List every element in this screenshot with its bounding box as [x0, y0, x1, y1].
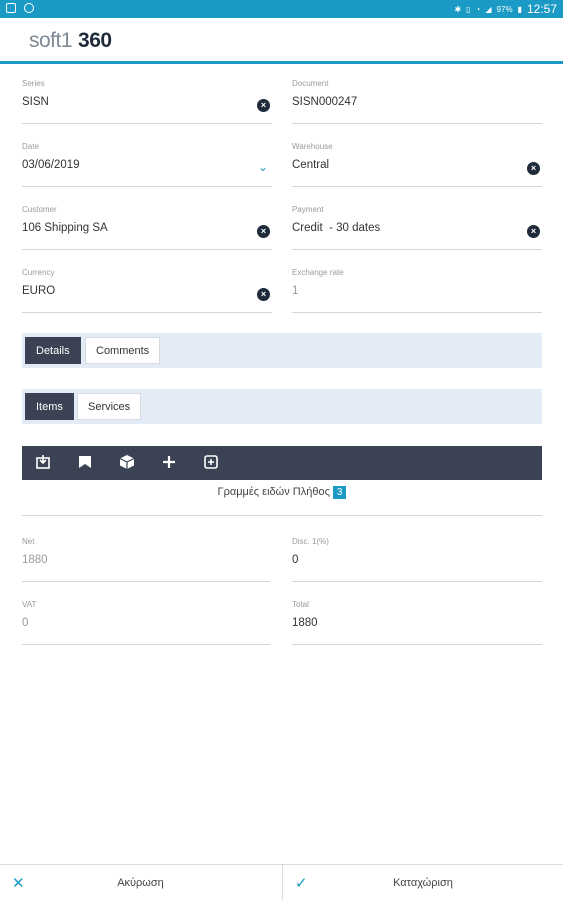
- cancel-label: Ακύρωση: [117, 877, 164, 889]
- currency-field[interactable]: Currency EURO ×: [22, 268, 272, 313]
- tab-items[interactable]: Items: [25, 393, 74, 420]
- bottom-action-bar: ✕ Ακύρωση ✓ Καταχώριση: [0, 864, 563, 900]
- document-value: SISN000247: [292, 96, 358, 108]
- wifi-icon: ◔: [475, 4, 481, 14]
- clear-icon[interactable]: ×: [257, 99, 270, 112]
- date-label: Date: [22, 142, 39, 151]
- total-value: 1880: [292, 617, 318, 629]
- discount-label: Disc. 1(%): [292, 537, 329, 546]
- signal-icon: ◢: [485, 4, 492, 14]
- battery-percent: 97%: [496, 4, 513, 14]
- date-field[interactable]: Date 03/06/2019 ⌄: [22, 142, 272, 187]
- series-value: SISN: [22, 96, 49, 108]
- series-field[interactable]: Series SISN ×: [22, 79, 272, 124]
- discount-value: 0: [292, 554, 299, 566]
- net-field: Net 1880: [22, 537, 270, 582]
- exchange-rate-value: 1: [292, 285, 299, 297]
- customer-value: 106 Shipping SA: [22, 222, 108, 234]
- date-value: 03/06/2019: [22, 159, 80, 171]
- app-notification-icon: [24, 3, 34, 13]
- item-lines-count: Γραμμές ειδών Πλήθος 3: [22, 486, 542, 516]
- total-field[interactable]: Total 1880: [292, 600, 542, 645]
- status-bar: ✱ ▯ ◔ ◢ 97% ▮ 12:57: [0, 0, 563, 18]
- warehouse-field[interactable]: Warehouse Central ×: [292, 142, 542, 187]
- payment-label: Payment: [292, 205, 324, 214]
- clear-icon[interactable]: ×: [527, 162, 540, 175]
- total-label: Total: [292, 600, 309, 609]
- bluetooth-icon: ✱: [454, 4, 462, 14]
- item-lines-badge: 3: [332, 486, 347, 499]
- clear-icon[interactable]: ×: [257, 288, 270, 301]
- currency-value: EURO: [22, 285, 56, 297]
- app-header: soft1 360: [0, 18, 563, 64]
- warehouse-label: Warehouse: [292, 142, 333, 151]
- payment-field[interactable]: Payment Credit - 30 dates ×: [292, 205, 542, 250]
- clear-icon[interactable]: ×: [257, 225, 270, 238]
- exchange-rate-field[interactable]: Exchange rate 1: [292, 268, 542, 313]
- document-label: Document: [292, 79, 329, 88]
- image-notification-icon: [6, 3, 16, 13]
- discount-field[interactable]: Disc. 1(%) 0: [292, 537, 542, 582]
- series-label: Series: [22, 79, 45, 88]
- clear-icon[interactable]: ×: [527, 225, 540, 238]
- warehouse-value: Central: [292, 159, 330, 171]
- main-tab-strip: Details Comments: [22, 333, 542, 368]
- items-toolbar: [22, 446, 542, 480]
- cancel-button[interactable]: ✕ Ακύρωση: [0, 865, 281, 900]
- payment-value: Credit - 30 dates: [292, 222, 381, 234]
- box-icon[interactable]: [118, 454, 136, 472]
- vat-field: VAT 0: [22, 600, 270, 645]
- customer-label: Customer: [22, 205, 57, 214]
- item-lines-label: Γραμμές ειδών Πλήθος: [217, 486, 330, 498]
- save-label: Καταχώριση: [393, 877, 453, 889]
- clock: 12:57: [526, 2, 557, 16]
- bookmark-icon[interactable]: [76, 454, 94, 472]
- tab-details[interactable]: Details: [25, 337, 81, 364]
- vat-value: 0: [22, 617, 29, 629]
- app-logo: soft1 360: [29, 29, 112, 52]
- save-button[interactable]: ✓ Καταχώριση: [282, 865, 563, 900]
- battery-icon: ▮: [517, 4, 522, 14]
- net-label: Net: [22, 537, 35, 546]
- currency-label: Currency: [22, 268, 55, 277]
- import-icon[interactable]: [34, 454, 52, 472]
- net-value: 1880: [22, 554, 48, 566]
- plus-icon[interactable]: [160, 454, 178, 472]
- vibrate-icon: ▯: [466, 4, 471, 14]
- add-copy-icon[interactable]: [202, 454, 220, 472]
- vat-label: VAT: [22, 600, 37, 609]
- exchange-rate-label: Exchange rate: [292, 268, 344, 277]
- sub-tab-strip: Items Services: [22, 389, 542, 424]
- chevron-down-icon[interactable]: ⌄: [258, 160, 268, 174]
- tab-services[interactable]: Services: [77, 393, 142, 420]
- customer-field[interactable]: Customer 106 Shipping SA ×: [22, 205, 272, 250]
- tab-comments[interactable]: Comments: [85, 337, 161, 364]
- document-field[interactable]: Document SISN000247: [292, 79, 542, 124]
